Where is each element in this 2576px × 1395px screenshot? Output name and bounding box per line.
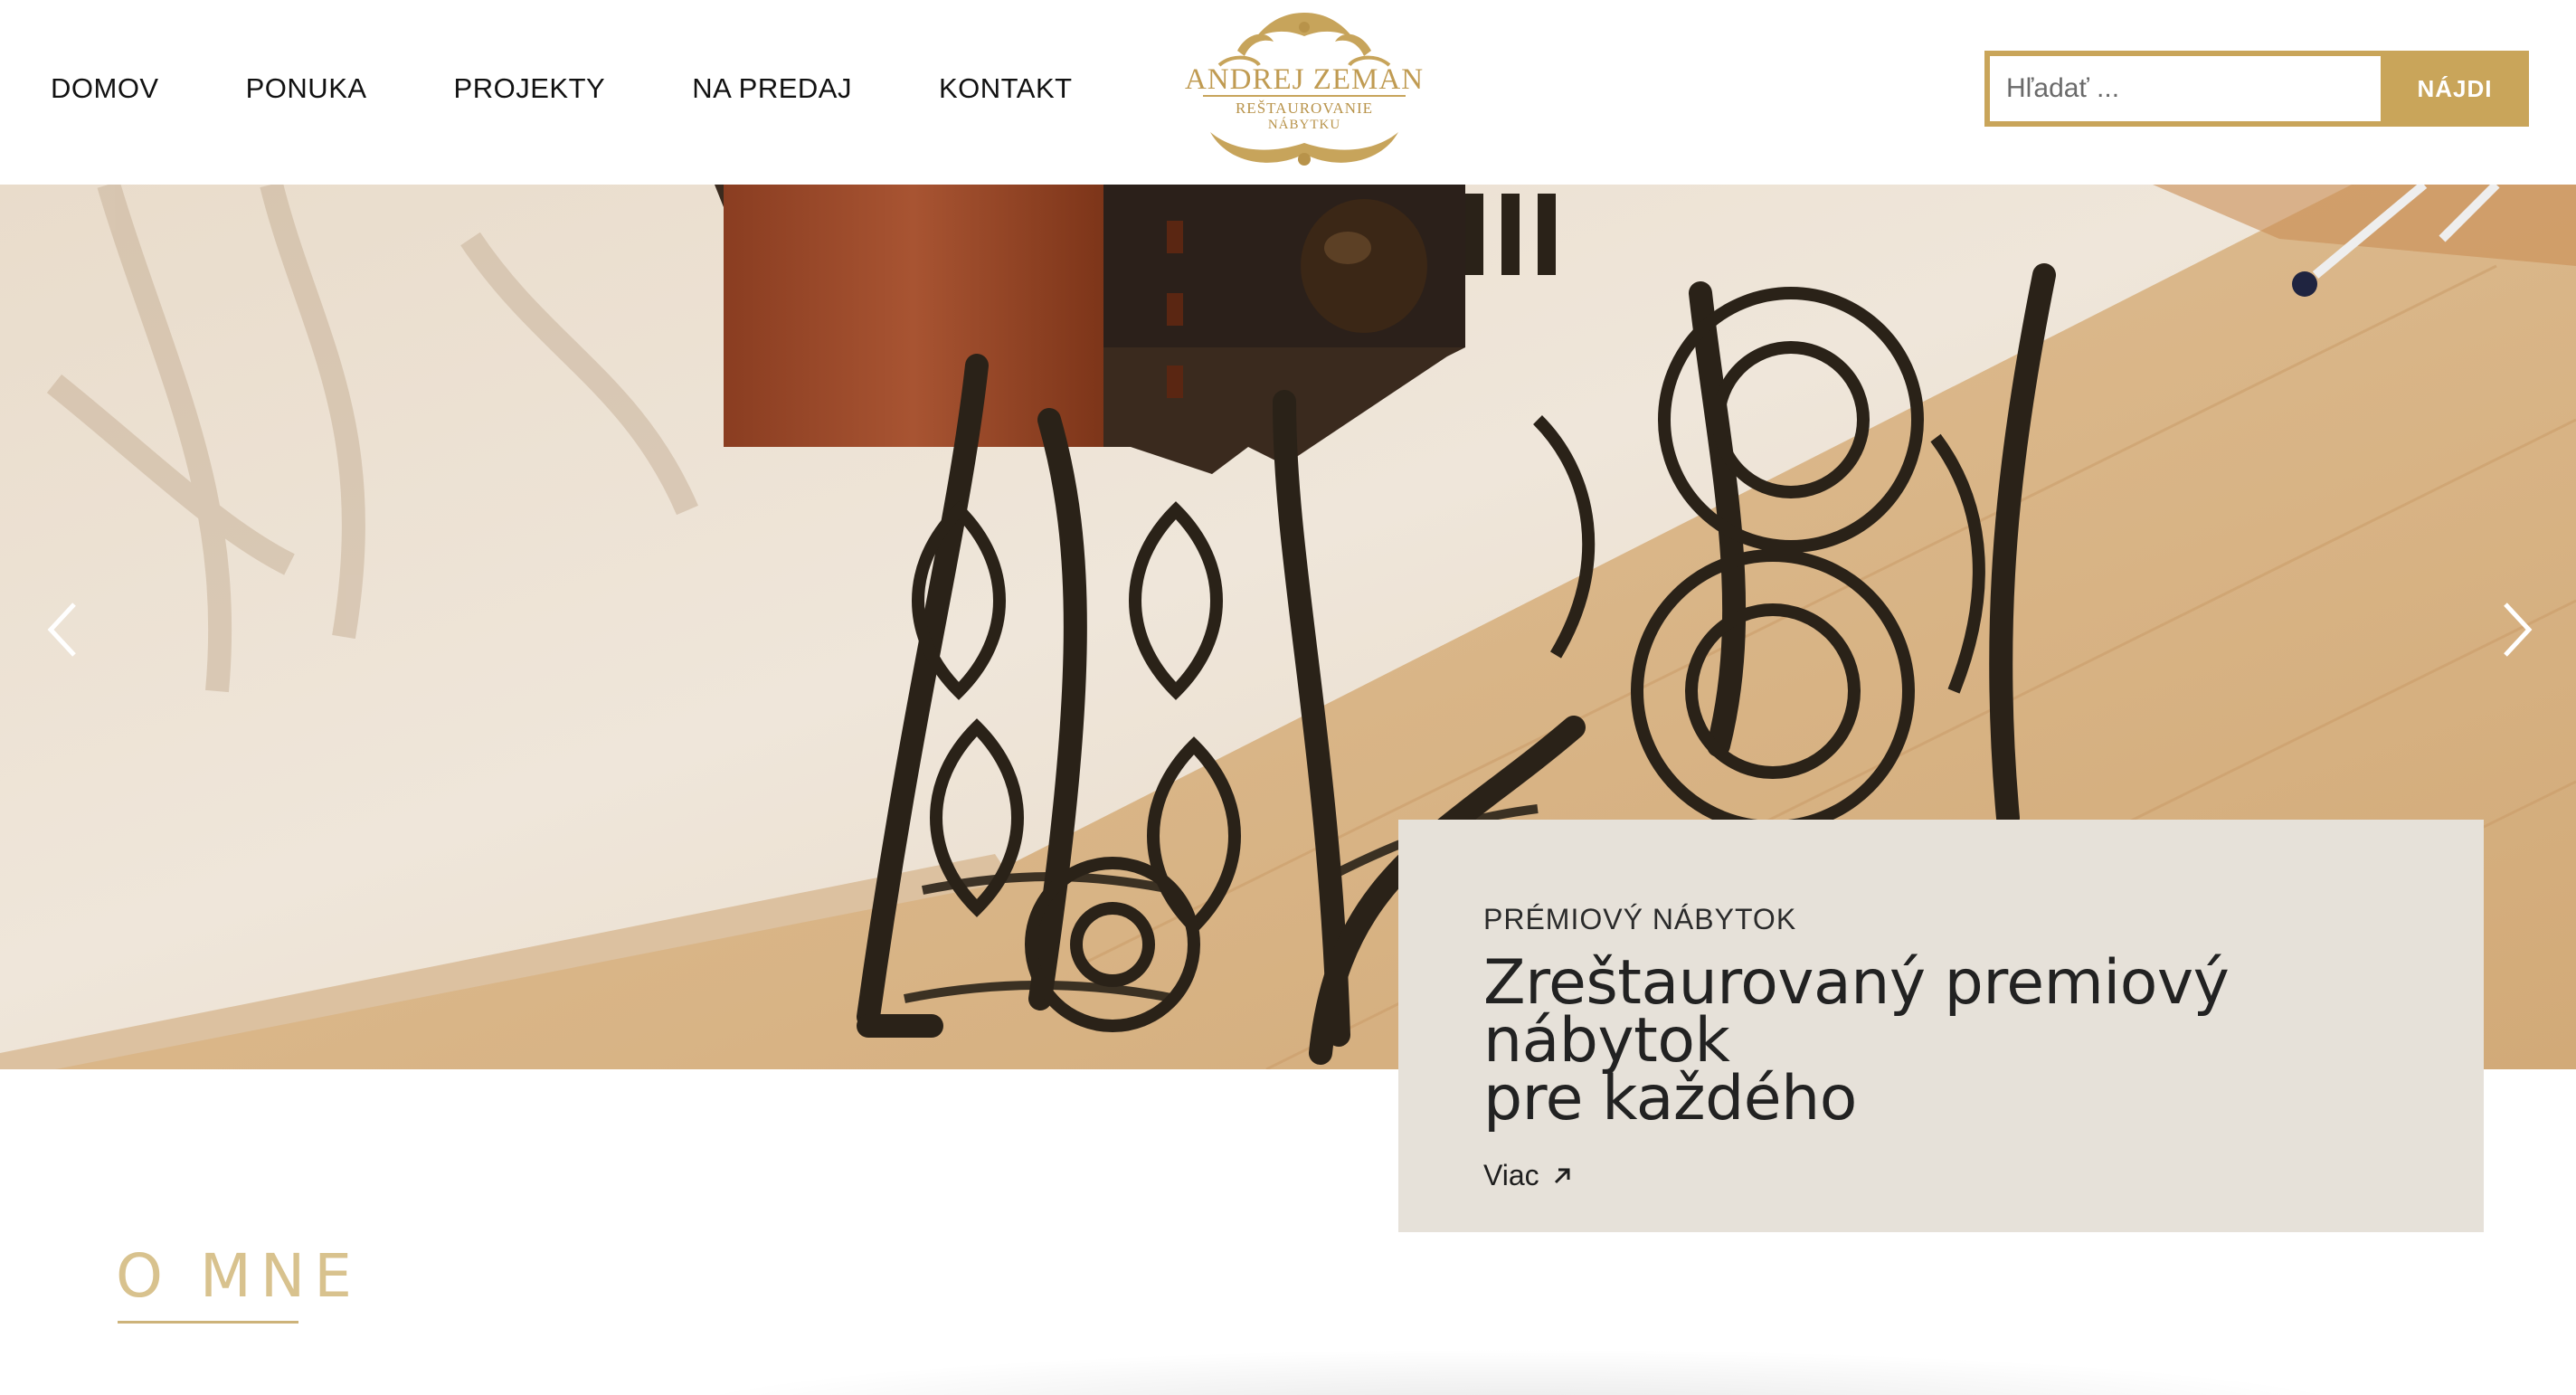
logo-line2: NÁBYTKU bbox=[1268, 117, 1340, 132]
slider-next-button[interactable] bbox=[2489, 593, 2543, 666]
nav-item-domov[interactable]: DOMOV bbox=[51, 69, 159, 109]
search-input[interactable] bbox=[1984, 51, 2381, 127]
logo-name: ANDREJ ZEMAN bbox=[1185, 63, 1424, 96]
logo-line1: REŠTAUROVANIE bbox=[1236, 100, 1373, 117]
arrow-up-right-icon bbox=[1554, 1168, 1570, 1183]
slide-more-link[interactable]: Viac bbox=[1483, 1159, 1572, 1192]
section-shadow bbox=[633, 1348, 2406, 1395]
slide-title-line2: pre každého bbox=[1483, 1063, 1857, 1134]
site-logo[interactable]: ANDREJ ZEMAN REŠTAUROVANIE NÁBYTKU bbox=[1183, 5, 1425, 172]
slide-caption-card: PRÉMIOVÝ NÁBYTOK Zreštaurovaný premiový … bbox=[1398, 820, 2484, 1232]
nav-item-ponuka[interactable]: PONUKA bbox=[246, 69, 367, 109]
nav-item-projekty[interactable]: PROJEKTY bbox=[454, 69, 606, 109]
chevron-right-icon bbox=[2504, 603, 2533, 657]
slide-more-label: Viac bbox=[1483, 1159, 1539, 1191]
logo-emblem: ANDREJ ZEMAN REŠTAUROVANIE NÁBYTKU bbox=[1185, 13, 1424, 166]
slide-title-line1: Zreštaurovaný premiový nábytok bbox=[1483, 947, 2230, 1077]
main-nav: DOMOV PONUKA PROJEKTY NA PREDAJ KONTAKT bbox=[51, 69, 1160, 109]
about-section-title: O MNE bbox=[116, 1241, 361, 1311]
site-header: DOMOV PONUKA PROJEKTY NA PREDAJ KONTAKT … bbox=[0, 0, 2576, 185]
about-title-underline bbox=[118, 1321, 298, 1324]
slide-title: Zreštaurovaný premiový nábytok pre každé… bbox=[1483, 953, 2397, 1130]
nav-item-na-predaj[interactable]: NA PREDAJ bbox=[692, 69, 852, 109]
search-form: NÁJDI bbox=[1984, 51, 2529, 127]
search-button[interactable]: NÁJDI bbox=[2381, 51, 2529, 127]
chevron-left-icon bbox=[47, 603, 76, 657]
nav-item-kontakt[interactable]: KONTAKT bbox=[939, 69, 1073, 109]
slider-prev-button[interactable] bbox=[36, 593, 90, 666]
slide-kicker: PRÉMIOVÝ NÁBYTOK bbox=[1483, 903, 1797, 935]
